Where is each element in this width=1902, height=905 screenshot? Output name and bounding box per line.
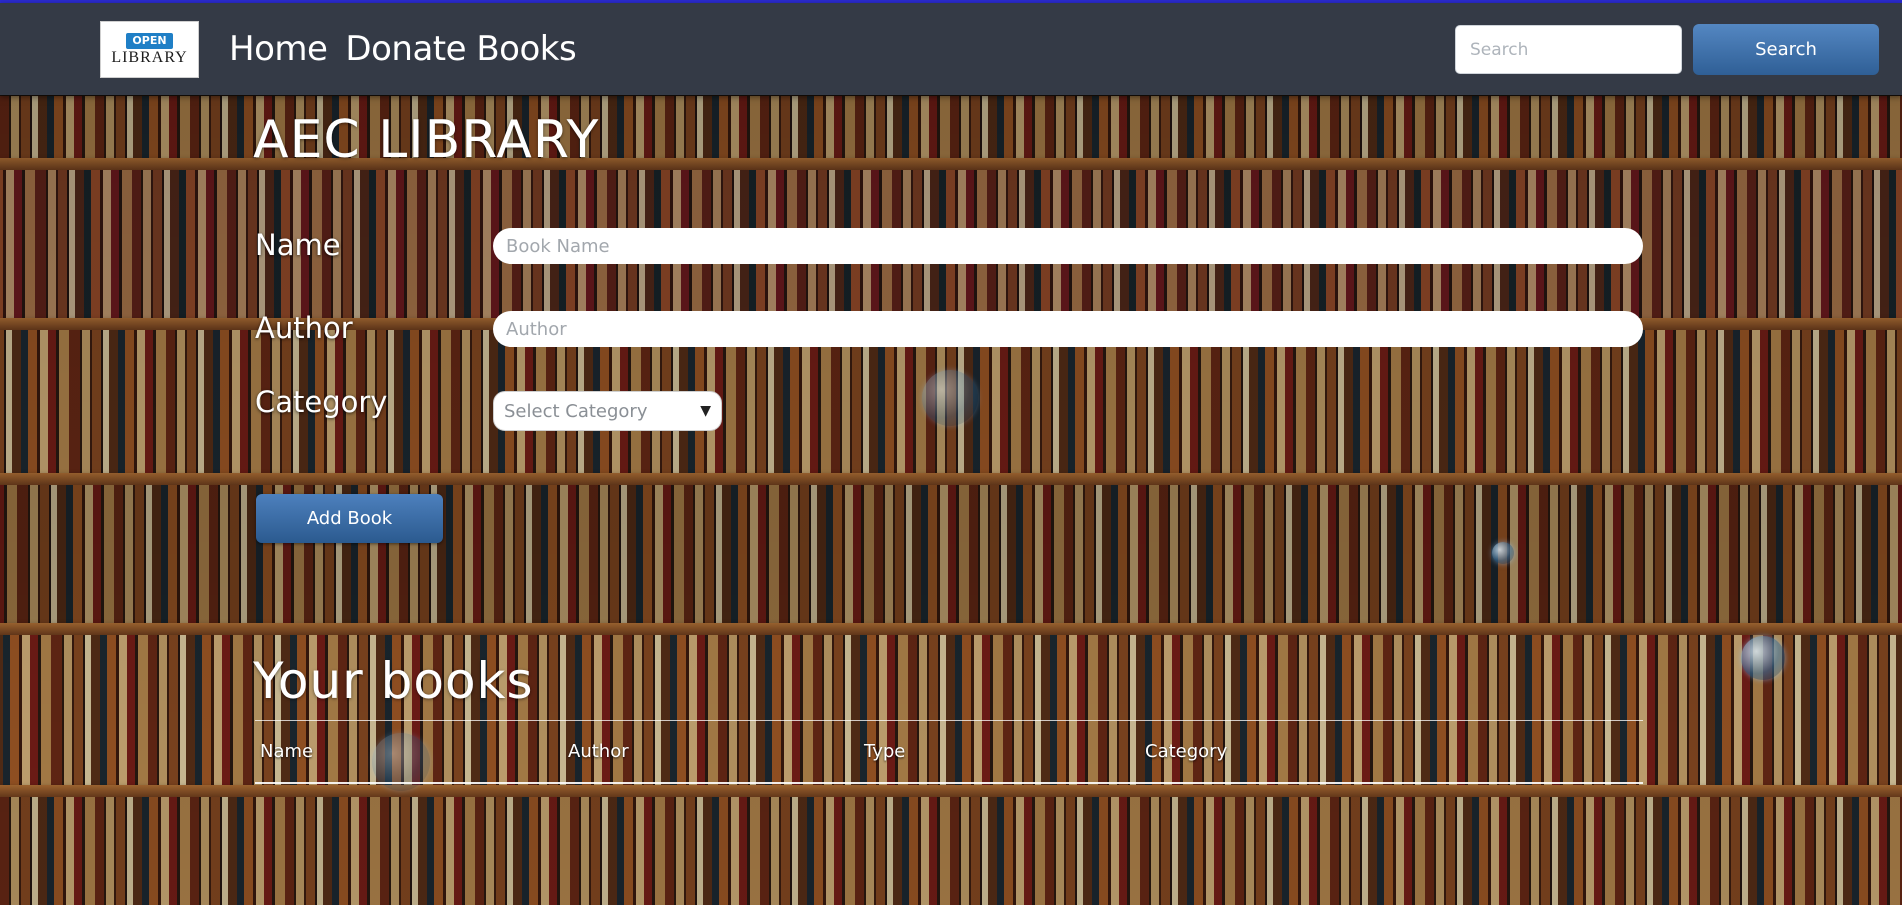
category-selected-value: Select Category [504,400,648,422]
main-content: AEC LIBRARY Name Author Category Select … [0,0,1902,905]
column-header-type: Type [864,741,906,762]
add-book-button[interactable]: Add Book [256,494,443,543]
author-field[interactable] [493,311,1643,347]
name-label: Name [255,228,341,262]
page-title: AEC LIBRARY [253,110,600,170]
author-label: Author [255,311,353,345]
column-header-author: Author [568,741,629,762]
column-header-category: Category [1145,741,1228,762]
books-table: Name Author Type Category [255,720,1643,784]
chevron-down-icon: ▼ [700,403,711,419]
book-name-field[interactable] [493,228,1643,264]
column-header-name: Name [260,741,314,762]
your-books-title: Your books [253,652,534,710]
category-select[interactable]: Select Category ▼ [493,391,722,431]
category-label: Category [255,385,388,419]
